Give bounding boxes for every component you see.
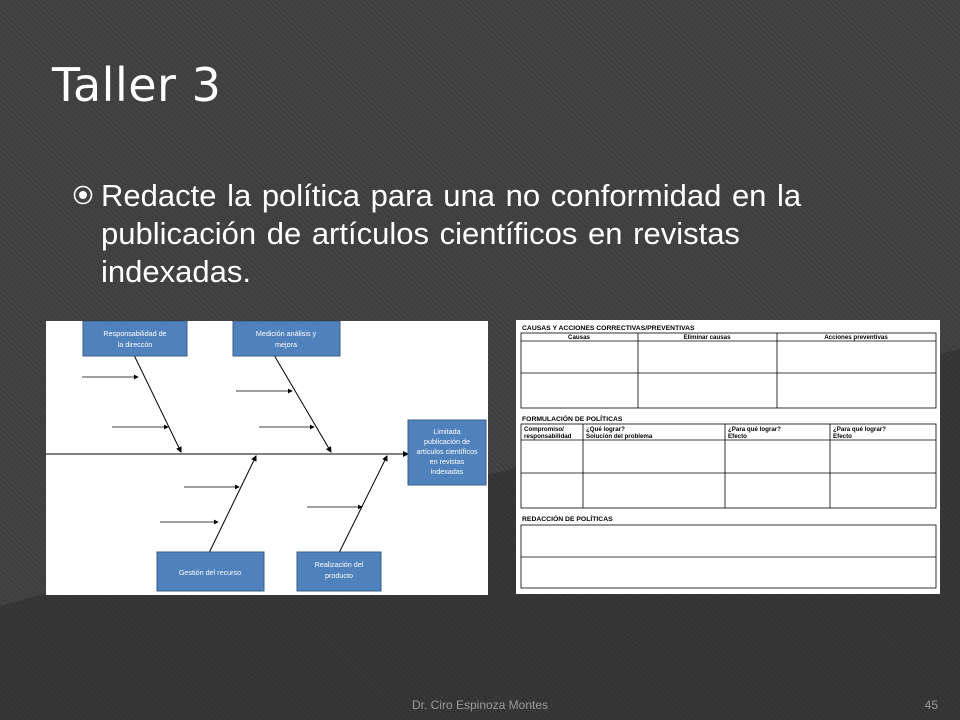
section-title-redaction: REDACCIÓN DE POLÍTICAS bbox=[522, 514, 613, 523]
bone-bottom-right bbox=[338, 455, 388, 554]
slide-title: Taller 3 bbox=[52, 58, 222, 112]
causes-table bbox=[520, 332, 937, 409]
redaction-table bbox=[520, 524, 937, 589]
footer-author: Dr. Ciro Espinoza Montes bbox=[411, 698, 549, 712]
header-eliminar-causas: Eliminar causas bbox=[683, 334, 731, 341]
category-label: Gestión del recurso bbox=[179, 568, 241, 577]
slide-number: 45 bbox=[924, 698, 938, 712]
bone-top-right bbox=[273, 354, 332, 453]
bone-bottom-left bbox=[208, 455, 257, 554]
header-acciones-preventivas: Acciones preventivas bbox=[824, 334, 888, 341]
category-label: producto bbox=[325, 571, 353, 580]
section-title-formulation: FORMULACIÓN DE POLÍTICAS bbox=[522, 414, 623, 423]
bone-top-left bbox=[133, 354, 182, 453]
fishbone-diagram: Responsabilidad de la direccón Medición … bbox=[46, 320, 488, 595]
effect-label: en revistas bbox=[430, 457, 465, 466]
effect-label: artículos científicos bbox=[416, 447, 478, 456]
header-compromiso: Compromiso/ bbox=[524, 426, 564, 433]
bullet-text: Redacte la política para una no conformi… bbox=[101, 178, 802, 289]
header-que-lograr: Solución del problema bbox=[586, 433, 653, 440]
category-box-top-right bbox=[232, 320, 341, 357]
header-compromiso: responsabilidad bbox=[524, 433, 572, 440]
effect-label: publicación de bbox=[424, 437, 470, 446]
fishbone-svg: Responsabilidad de la direccón Medición … bbox=[46, 320, 487, 592]
header-que-lograr: ¿Qué lograr? bbox=[586, 426, 625, 433]
policy-form-svg: CAUSAS Y ACCIONES CORRECTIVAS/PREVENTIVA… bbox=[520, 325, 937, 589]
category-label: Medición análisis y bbox=[256, 329, 317, 338]
effect-label: indexadas bbox=[431, 467, 464, 476]
category-label: Realización del bbox=[315, 560, 364, 569]
category-box-top-left bbox=[82, 320, 188, 357]
section-title-causes: CAUSAS Y ACCIONES CORRECTIVAS/PREVENTIVA… bbox=[522, 325, 695, 332]
effect-label: Limitada bbox=[433, 427, 460, 436]
category-label: Responsabilidad de bbox=[103, 329, 166, 338]
policy-form: CAUSAS Y ACCIONES CORRECTIVAS/PREVENTIVA… bbox=[516, 320, 940, 594]
category-label: la direccón bbox=[118, 340, 153, 349]
header-para-que-lograr: ¿Para qué lograr? bbox=[833, 426, 886, 433]
header-para-que-lograr: ¿Para qué lograr? bbox=[728, 426, 781, 433]
bullet-icon bbox=[73, 185, 93, 205]
header-causas: Causas bbox=[568, 334, 591, 341]
header-para-que-lograr: Efecto bbox=[833, 433, 852, 440]
header-para-que-lograr: Efecto bbox=[728, 433, 747, 440]
bullet-item: Redacte la política para una no conformi… bbox=[70, 177, 840, 291]
category-label: mejora bbox=[275, 340, 297, 349]
